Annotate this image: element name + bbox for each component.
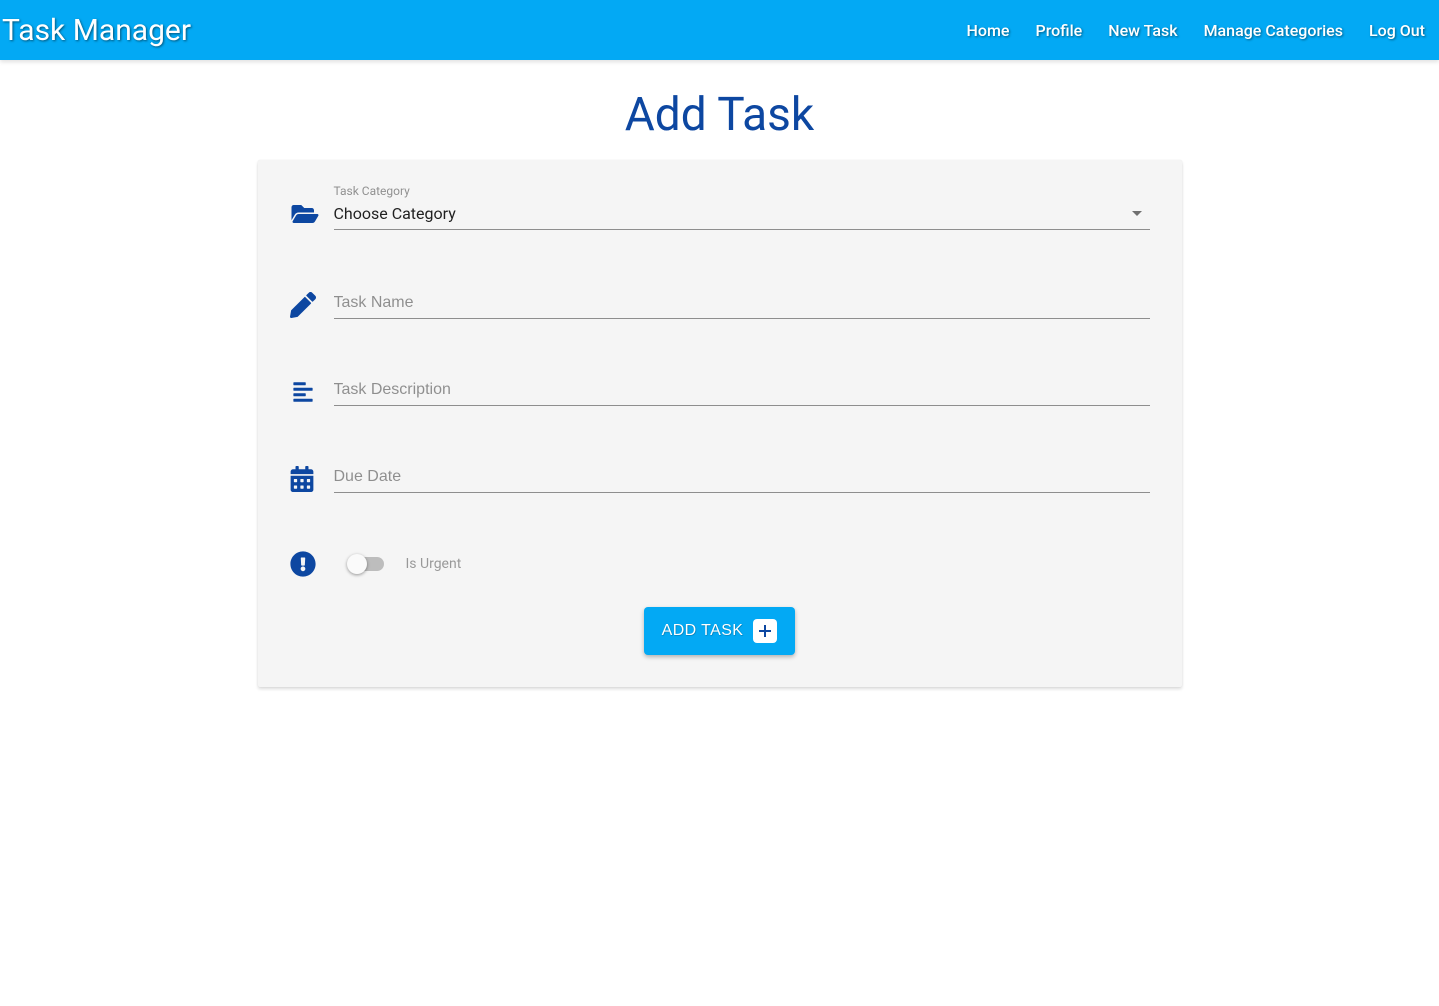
- due-date-field-wrap: [334, 464, 1150, 493]
- is-urgent-toggle[interactable]: [350, 557, 384, 571]
- task-name-row: [290, 290, 1150, 319]
- toggle-thumb: [347, 554, 367, 574]
- category-select[interactable]: Choose Category: [334, 204, 1150, 230]
- task-name-field-wrap: [334, 290, 1150, 319]
- is-urgent-row: Is Urgent: [290, 551, 1150, 577]
- due-date-input[interactable]: [334, 464, 1150, 493]
- folder-open-icon: [290, 202, 334, 226]
- navbar: Task Manager Home Profile New Task Manag…: [0, 0, 1439, 60]
- submit-row: ADD TASK: [290, 607, 1150, 655]
- page-title: Add Task: [0, 88, 1439, 142]
- exclamation-circle-icon: [290, 551, 350, 577]
- nav-new-task[interactable]: New Task: [1108, 21, 1177, 40]
- form-card: Task Category Choose Category: [258, 160, 1182, 687]
- category-field: Task Category Choose Category: [334, 184, 1150, 230]
- task-description-row: [290, 377, 1150, 406]
- category-label: Task Category: [334, 184, 1150, 198]
- due-date-row: [290, 464, 1150, 493]
- category-value: Choose Category: [334, 204, 456, 223]
- category-row: Task Category Choose Category: [290, 184, 1150, 230]
- nav-home[interactable]: Home: [967, 21, 1010, 40]
- align-left-icon: [290, 381, 334, 403]
- add-task-button-label: ADD TASK: [662, 622, 744, 640]
- chevron-down-icon: [1132, 211, 1142, 216]
- is-urgent-label: Is Urgent: [406, 556, 462, 572]
- task-description-field-wrap: [334, 377, 1150, 406]
- task-name-input[interactable]: [334, 290, 1150, 319]
- nav-manage-categories[interactable]: Manage Categories: [1204, 21, 1343, 40]
- nav-profile[interactable]: Profile: [1035, 21, 1082, 40]
- plus-square-icon: [753, 619, 777, 643]
- pencil-icon: [290, 292, 334, 318]
- add-task-button[interactable]: ADD TASK: [644, 607, 796, 655]
- nav-log-out[interactable]: Log Out: [1369, 21, 1425, 40]
- task-description-input[interactable]: [334, 377, 1150, 406]
- calendar-icon: [290, 466, 334, 492]
- nav-links: Home Profile New Task Manage Categories …: [967, 21, 1425, 40]
- app-brand[interactable]: Task Manager: [0, 13, 191, 48]
